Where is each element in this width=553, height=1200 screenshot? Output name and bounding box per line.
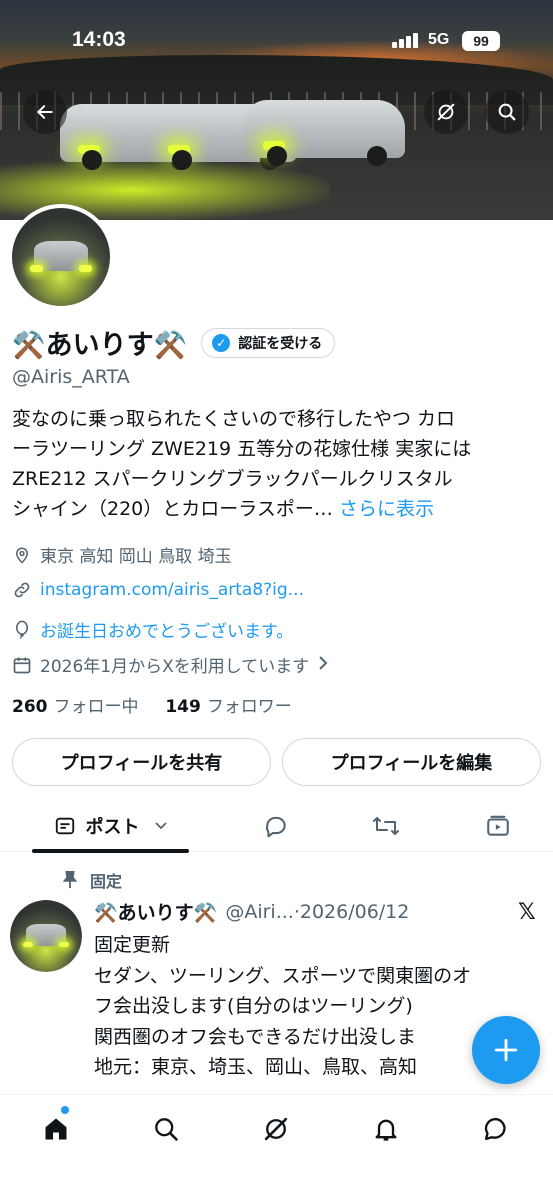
chat-icon: [484, 1117, 506, 1141]
birthday-row: お誕生日おめでとうございます。: [12, 617, 293, 642]
nav-home[interactable]: [36, 1109, 76, 1149]
arrow-left-icon: [37, 105, 53, 119]
pinned-indicator: 固定: [62, 868, 122, 892]
tab-posts-label: ポスト: [85, 817, 140, 838]
tab-media[interactable]: [476, 800, 520, 852]
search-icon: [498, 103, 516, 121]
home-icon: [45, 1118, 67, 1140]
nav-grok[interactable]: [256, 1109, 296, 1149]
post-line: フ会出没します(自分のはツーリング): [94, 995, 413, 1017]
car-3: [245, 100, 405, 166]
post-avatar[interactable]: [10, 900, 82, 972]
post-handle-date: @Airi...·2026/06/12: [225, 900, 410, 923]
verified-check-icon: ✓: [212, 333, 231, 352]
grok-icon: [437, 103, 455, 121]
tab-posts[interactable]: ポスト: [32, 800, 189, 852]
chevron-down-icon: [154, 822, 167, 830]
repost-icon: [373, 817, 399, 835]
posts-icon: [55, 817, 74, 835]
nav-search[interactable]: [146, 1109, 186, 1149]
birthday-text: お誕生日おめでとうございます。: [40, 622, 294, 642]
website-link[interactable]: instagram.com/airis_arta8?ig...: [40, 580, 304, 600]
following-link[interactable]: 260 フォロー中: [12, 697, 139, 717]
calendar-icon: [12, 655, 32, 675]
home-notification-dot: [61, 1106, 69, 1114]
profile-handle: @Airis_ARTA: [12, 366, 130, 388]
post-line: 関西圏のオフ会もできるだけ出没しま: [94, 1025, 416, 1048]
profile-avatar[interactable]: [8, 204, 114, 310]
post-author-name[interactable]: ⚒️あいりす⚒️: [94, 898, 217, 925]
media-icon: [487, 815, 509, 836]
post-line: 地元：東京、埼玉、岡山、鳥取、高知: [94, 1056, 418, 1078]
grok-button[interactable]: [424, 90, 468, 134]
chevron-right-icon: [317, 655, 329, 675]
joined-text: 2026年1月からXを利用しています: [40, 657, 310, 677]
followers-count: 149: [165, 697, 201, 717]
name-row: ⚒️あいりす⚒️ ✓ 認証を受ける: [12, 323, 336, 362]
profile-bio: 変なのに乗っ取られたくさいので移行したやつ カロ ーラツーリング ZWE219 …: [12, 404, 547, 524]
reply-icon: [266, 816, 286, 838]
status-time: 14:03: [72, 28, 126, 51]
followers-label: フォロワー: [206, 697, 292, 717]
profile-tabs: ポスト: [0, 800, 553, 852]
location-pin-icon: [12, 545, 32, 565]
active-tab-indicator: [32, 849, 189, 853]
location-row: 東京 高知 岡山 鳥取 埼玉: [12, 542, 232, 567]
grok-icon: [264, 1117, 288, 1141]
network-type: 5G: [428, 31, 450, 48]
get-verified-label: 認証を受ける: [238, 335, 323, 352]
follow-counts: 260 フォロー中 149 フォロワー: [12, 692, 292, 717]
bio-line: シャイン（220）とカローラスポー…: [12, 498, 339, 520]
location-text: 東京 高知 岡山 鳥取 埼玉: [40, 547, 232, 567]
status-bar: 14:03 5G 99: [0, 0, 553, 54]
bio-line: 変なのに乗っ取られたくさいので移行したやつ カロ: [12, 408, 456, 430]
pin-icon: [62, 871, 78, 889]
followers-link[interactable]: 149 フォロワー: [165, 697, 292, 717]
post-header: ⚒️あいりす⚒️ @Airi...·2026/06/12: [94, 898, 409, 925]
post-text[interactable]: 固定更新 セダン、ツーリング、スポーツで関東圏のオ フ会出没します(自分のはツー…: [94, 930, 479, 1083]
edit-profile-button[interactable]: プロフィールを編集: [282, 738, 541, 786]
back-button[interactable]: [23, 90, 67, 134]
bottom-nav: [0, 1094, 553, 1200]
joined-row[interactable]: 2026年1月からXを利用しています: [12, 652, 329, 677]
get-verified-button[interactable]: ✓ 認証を受ける: [201, 327, 336, 358]
following-label: フォロー中: [53, 697, 139, 717]
tab-replies[interactable]: [254, 800, 298, 852]
plus-icon: [494, 1038, 518, 1062]
website-row[interactable]: instagram.com/airis_arta8?ig...: [12, 580, 304, 600]
share-profile-button[interactable]: プロフィールを共有: [12, 738, 271, 786]
display-name: ⚒️あいりす⚒️: [12, 330, 188, 361]
post-line: セダン、ツーリング、スポーツで関東圏のオ: [94, 964, 472, 987]
nav-messages[interactable]: [476, 1109, 516, 1149]
battery-indicator: 99: [462, 31, 500, 51]
link-icon: [12, 580, 32, 600]
show-more-link[interactable]: さらに表示: [339, 498, 434, 520]
bell-icon: [375, 1119, 397, 1141]
signal-icon: [392, 32, 420, 48]
balloon-icon: [12, 620, 32, 640]
search-button[interactable]: [485, 90, 529, 134]
search-icon: [155, 1118, 178, 1141]
compose-button[interactable]: [472, 1016, 540, 1084]
pinned-label: 固定: [90, 872, 123, 891]
following-count: 260: [12, 697, 48, 717]
post-line: 固定更新: [94, 934, 171, 956]
bio-line: ーラツーリング ZWE219 五等分の花嫁仕様 実家には: [12, 438, 472, 460]
nav-notifications[interactable]: [366, 1109, 406, 1149]
bio-line: ZRE212 スパークリングブラックパールクリスタル: [12, 468, 453, 490]
tab-reposts[interactable]: [364, 800, 408, 852]
x-logo-icon: 𝕏: [518, 900, 536, 925]
